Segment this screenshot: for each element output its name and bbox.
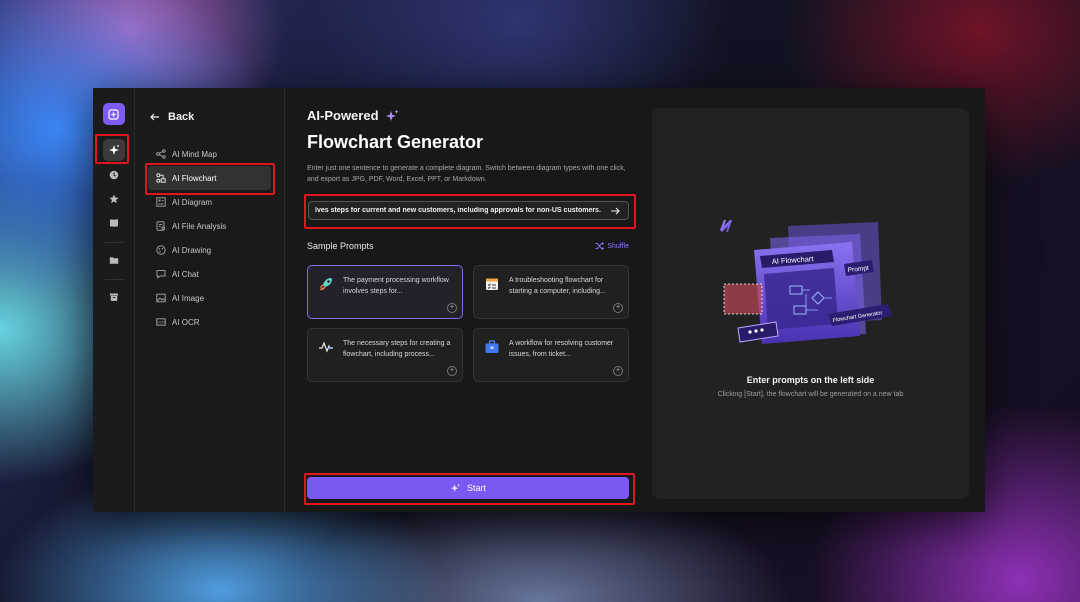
nav-item-label: AI Mind Map xyxy=(172,149,217,159)
add-prompt-button[interactable]: + xyxy=(613,303,623,313)
ai-tools-button[interactable] xyxy=(102,139,125,161)
sample-prompt-grid: The payment processing workflow involves… xyxy=(307,265,630,382)
arrow-right-icon[interactable] xyxy=(610,207,620,215)
sample-prompt-card[interactable]: A workflow for resolving customer issues… xyxy=(473,328,629,382)
page-title: Flowchart Generator xyxy=(307,132,484,152)
back-label: Back xyxy=(168,111,195,123)
new-file-button[interactable] xyxy=(102,103,125,125)
generator-panel: AI-Powered Flowchart Generator Enter jus… xyxy=(285,88,635,512)
pulse-icon xyxy=(317,338,335,356)
nav-item-ai-mind-map[interactable]: AI Mind Map xyxy=(148,142,271,166)
rail-divider xyxy=(104,242,123,243)
shuffle-label: Shuffle xyxy=(607,242,629,250)
page-description: Enter just one sentence to generate a co… xyxy=(307,165,626,183)
image-icon xyxy=(156,293,166,303)
arrow-left-icon xyxy=(150,113,159,121)
file-analysis-icon xyxy=(156,221,166,231)
nav-item-ai-flowchart[interactable]: AI Flowchart xyxy=(148,166,271,190)
add-prompt-button[interactable]: + xyxy=(613,366,623,376)
nav-item-ai-ocr[interactable]: OCR AI OCR xyxy=(148,310,271,334)
preview-title: Enter prompts on the left side xyxy=(746,375,875,385)
nav-item-ai-chat[interactable]: AI Chat xyxy=(148,262,271,286)
clock-icon xyxy=(109,170,118,180)
panel-subtitle: AI-Powered xyxy=(307,108,379,123)
prompt-input-value: lves steps for current and new customers… xyxy=(315,207,601,214)
sample-prompts-title: Sample Prompts xyxy=(307,241,374,251)
sparkle-icon xyxy=(450,483,461,492)
nav-item-label: AI Flowchart xyxy=(172,173,217,183)
sample-prompt-card[interactable]: The necessary steps for creating a flowc… xyxy=(307,328,463,382)
rail-divider xyxy=(104,279,123,280)
chat-icon xyxy=(156,269,166,279)
nav-item-ai-drawing[interactable]: AI Drawing xyxy=(148,238,271,262)
trash-icon xyxy=(109,293,118,301)
nav-item-label: AI File Analysis xyxy=(172,221,227,231)
plus-square-icon xyxy=(108,108,119,120)
start-button[interactable]: Start xyxy=(307,477,629,499)
left-rail xyxy=(93,88,135,512)
nav-item-label: AI Chat xyxy=(172,269,199,279)
nav-item-ai-image[interactable]: AI Image xyxy=(148,286,271,310)
trash-button[interactable] xyxy=(103,286,125,308)
ai-tools-nav: Back AI Mind Map AI Flowchart AI Diagram… xyxy=(135,88,285,512)
back-button[interactable]: Back xyxy=(135,110,284,124)
files-button[interactable] xyxy=(103,249,125,271)
nav-item-ai-diagram[interactable]: AI Diagram xyxy=(148,190,271,214)
diagram-icon xyxy=(156,197,166,207)
nav-item-label: AI Image xyxy=(172,293,205,303)
star-icon xyxy=(109,194,118,204)
nav-item-ai-file-analysis[interactable]: AI File Analysis xyxy=(148,214,271,238)
nav-item-label: AI Diagram xyxy=(172,197,213,207)
sample-prompt-text: A troubleshooting flowchart for starting… xyxy=(509,277,606,295)
start-label: Start xyxy=(466,483,486,493)
shuffle-icon xyxy=(595,242,605,250)
add-prompt-button[interactable]: + xyxy=(447,303,457,313)
sample-prompt-text: A workflow for resolving customer issues… xyxy=(509,340,614,358)
book-icon xyxy=(109,219,118,228)
briefcase-icon xyxy=(483,338,501,356)
ocr-icon: OCR xyxy=(156,317,166,327)
add-prompt-button[interactable]: + xyxy=(447,366,457,376)
preview-panel: AI Flowchart Prompt Flowchart Generator … xyxy=(652,108,969,499)
mind-map-icon xyxy=(156,149,166,159)
sample-prompt-card[interactable]: A troubleshooting flowchart for starting… xyxy=(473,265,629,319)
sample-prompt-card[interactable]: The payment processing workflow involves… xyxy=(307,265,463,319)
preview-subtitle: Clicking [Start], the flowchart will be … xyxy=(717,391,904,398)
nav-item-label: AI OCR xyxy=(172,317,200,327)
sparkle-icon xyxy=(385,109,398,121)
folder-icon xyxy=(109,257,118,264)
templates-button[interactable] xyxy=(103,212,125,234)
drawing-icon xyxy=(156,245,166,255)
sparkle-icon xyxy=(108,145,119,155)
recent-button[interactable] xyxy=(103,164,125,186)
nav-item-label: AI Drawing xyxy=(172,245,212,255)
flowchart-icon xyxy=(156,173,166,183)
favorites-button[interactable] xyxy=(103,188,125,210)
sample-prompt-text: The payment processing workflow involves… xyxy=(343,277,449,295)
flowchart-illustration: AI Flowchart Prompt Flowchart Generator xyxy=(720,220,892,344)
prompt-input[interactable]: lves steps for current and new customers… xyxy=(308,201,629,220)
svg-text:OCR: OCR xyxy=(157,321,165,325)
rocket-icon xyxy=(317,275,335,293)
app-window: Back AI Mind Map AI Flowchart AI Diagram… xyxy=(93,88,985,512)
checklist-icon xyxy=(483,275,501,293)
shuffle-button[interactable]: Shuffle xyxy=(595,242,629,250)
sample-prompt-text: The necessary steps for creating a flowc… xyxy=(343,340,451,358)
